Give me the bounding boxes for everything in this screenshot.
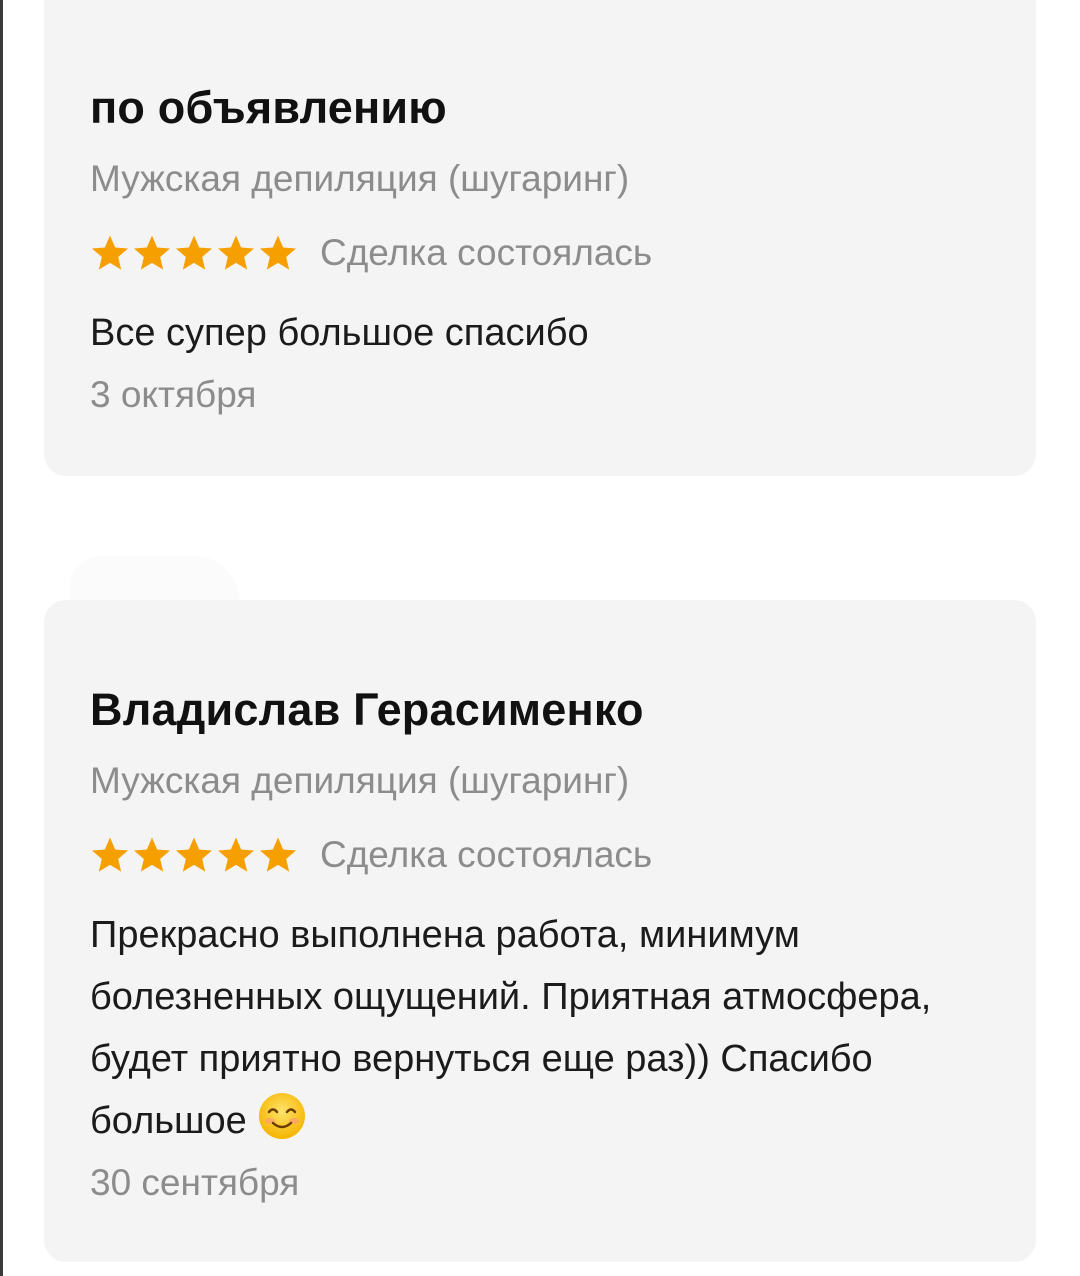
- star-icon: [260, 235, 296, 270]
- star-icon: [176, 837, 212, 872]
- star-icon: [134, 837, 170, 872]
- review-service[interactable]: Мужская депиляция (шугаринг): [90, 758, 996, 804]
- deal-status: Сделка состоялась: [320, 834, 653, 875]
- avatar-placeholder: [70, 556, 240, 602]
- review-author: по объявлению: [90, 82, 447, 133]
- rating-stars: [90, 835, 298, 875]
- review-service[interactable]: Мужская депиляция (шугаринг): [90, 156, 996, 202]
- star-icon: [218, 837, 254, 872]
- rating-row: Сделка состоялась: [90, 832, 996, 878]
- review-text: Прекрасно выполнена работа, минимум боле…: [90, 904, 996, 1152]
- star-icon: [260, 837, 296, 872]
- star-icon: [134, 235, 170, 270]
- star-icon: [218, 235, 254, 270]
- rating-row: Сделка состоялась: [90, 230, 996, 276]
- deal-status: Сделка состоялась: [320, 232, 653, 273]
- star-icon: [92, 837, 128, 872]
- review-card[interactable]: Владислав Герасименко Мужская депиляция …: [44, 600, 1036, 1262]
- review-date: 30 сентября: [90, 1162, 300, 1203]
- rating-stars: [90, 233, 298, 273]
- review-text: Все супер большое спасибо: [90, 312, 589, 354]
- star-icon: [176, 235, 212, 270]
- star-icon: [92, 235, 128, 270]
- review-author: Владислав Герасименко: [90, 684, 644, 735]
- review-date: 3 октября: [90, 374, 257, 415]
- reviews-page: по объявлению Мужская депиляция (шугарин…: [0, 0, 1080, 1276]
- review-card[interactable]: по объявлению Мужская депиляция (шугарин…: [44, 0, 1036, 476]
- smiling-face-icon: [258, 1093, 305, 1139]
- left-edge-divider: [0, 0, 3, 1276]
- review-text-body: Прекрасно выполнена работа, минимум боле…: [90, 914, 932, 1142]
